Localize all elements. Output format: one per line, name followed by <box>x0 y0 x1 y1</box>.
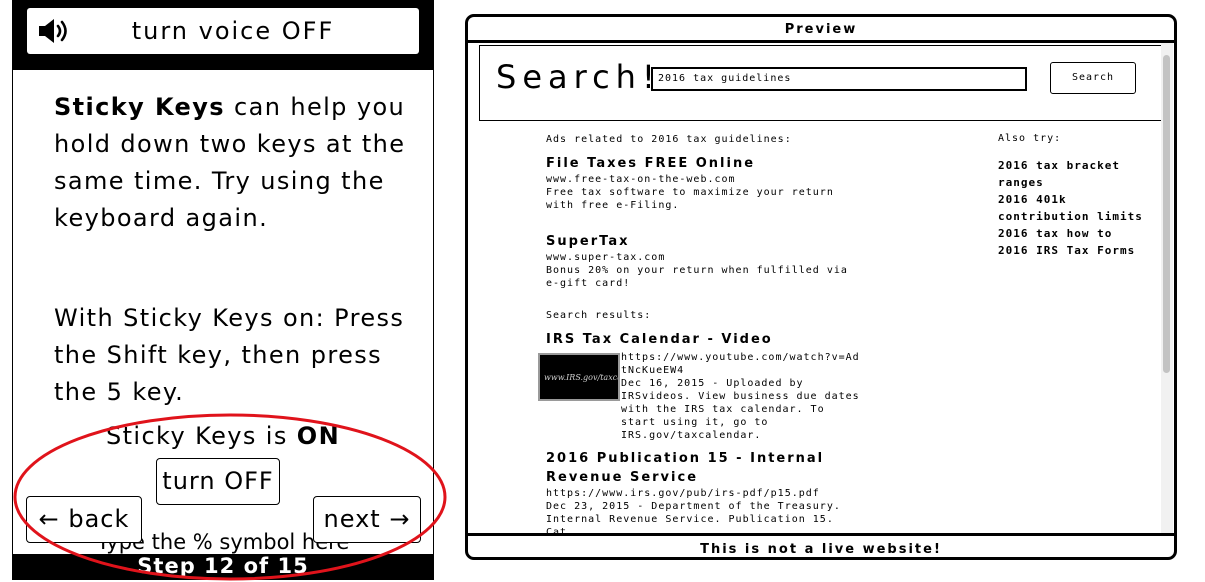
result-url: https://www.youtube.com/watch?v=AdtNcKue… <box>621 352 860 376</box>
tutorial-content: Sticky Keys can help you hold down two k… <box>13 70 433 554</box>
also-try-link[interactable]: 2016 tax bracket ranges <box>998 157 1158 191</box>
video-thumbnail[interactable]: www.IRS.gov/taxca <box>538 353 620 401</box>
scrollbar[interactable] <box>1161 43 1173 533</box>
result-title-link[interactable]: IRS Tax Calendar - Video <box>546 330 858 349</box>
also-try-link[interactable]: 2016 IRS Tax Forms <box>998 242 1158 259</box>
sticky-keys-instruction: With Sticky Keys on: Press the Shift key… <box>54 304 405 406</box>
thumbnail-caption: www.IRS.gov/taxca <box>544 373 620 382</box>
tutorial-panel: turn voice OFF Sticky Keys can help you … <box>12 0 434 580</box>
ad-description: Bonus 20% on your return when fulfilled … <box>546 265 848 289</box>
preview-footer: This is not a live website! <box>700 542 942 557</box>
result-body: https://www.youtube.com/watch?v=AdtNcKue… <box>621 351 861 442</box>
ad-item: File Taxes FREE Online www.free-tax-on-t… <box>546 154 858 212</box>
result-title-link[interactable]: 2016 Publication 15 - Internal Revenue S… <box>546 449 858 487</box>
result-item: 2016 Publication 15 - Internal Revenue S… <box>546 449 858 539</box>
divider <box>468 533 1174 536</box>
search-button[interactable]: Search <box>1050 62 1136 94</box>
instruction-paragraph: Sticky Keys can help you hold down two k… <box>54 89 424 237</box>
also-try-link[interactable]: 2016 401k contribution limits <box>998 191 1158 225</box>
step-counter: Step 12 of 15 <box>137 554 309 578</box>
also-try-panel: Also try: 2016 tax bracket ranges 2016 4… <box>998 132 1158 259</box>
sticky-keys-status: Sticky Keys is ON <box>13 422 433 450</box>
ad-url: www.free-tax-on-the-web.com <box>546 174 736 185</box>
turn-off-sticky-keys-button[interactable]: turn OFF <box>156 458 280 505</box>
scroll-thumb[interactable] <box>1163 55 1170 373</box>
result-url: https://www.irs.gov/pub/irs-pdf/p15.pdf <box>546 488 820 499</box>
arrow-left-icon: ← <box>38 505 60 533</box>
preview-title: Preview <box>784 22 858 37</box>
results-label: Search results: <box>546 310 652 321</box>
arrow-right-icon: → <box>389 505 411 533</box>
also-try-link[interactable]: 2016 tax how to <box>998 225 1158 242</box>
preview-window: Preview Search! 2016 tax guidelines Sear… <box>465 14 1177 560</box>
ad-title-link[interactable]: SuperTax <box>546 232 858 251</box>
back-button[interactable]: ← back <box>26 496 142 543</box>
ads-label: Ads related to 2016 tax guidelines: <box>546 134 792 145</box>
also-try-label: Also try: <box>998 133 1062 144</box>
divider <box>468 40 1174 43</box>
ad-item: SuperTax www.super-tax.com Bonus 20% on … <box>546 232 858 290</box>
ad-title-link[interactable]: File Taxes FREE Online <box>546 154 858 173</box>
search-page-title: Search! <box>496 58 661 96</box>
search-input[interactable]: 2016 tax guidelines <box>651 67 1027 91</box>
voice-button-label: turn voice OFF <box>131 17 335 45</box>
sticky-keys-term: Sticky Keys <box>54 93 225 121</box>
ad-description: Free tax software to maximize your retur… <box>546 187 834 211</box>
status-prefix: Sticky Keys is <box>105 422 297 450</box>
back-label: back <box>68 505 130 533</box>
ad-url: www.super-tax.com <box>546 252 666 263</box>
result-description: Dec 16, 2015 - Uploaded by IRSvideos. Vi… <box>621 378 860 441</box>
search-header: Search! 2016 tax guidelines Search <box>479 45 1167 121</box>
status-value: ON <box>296 422 341 450</box>
result-item: IRS Tax Calendar - Video <box>546 330 858 349</box>
next-button[interactable]: next → <box>313 496 421 543</box>
next-label: next <box>323 505 381 533</box>
turn-voice-off-button[interactable]: turn voice OFF <box>27 8 419 54</box>
